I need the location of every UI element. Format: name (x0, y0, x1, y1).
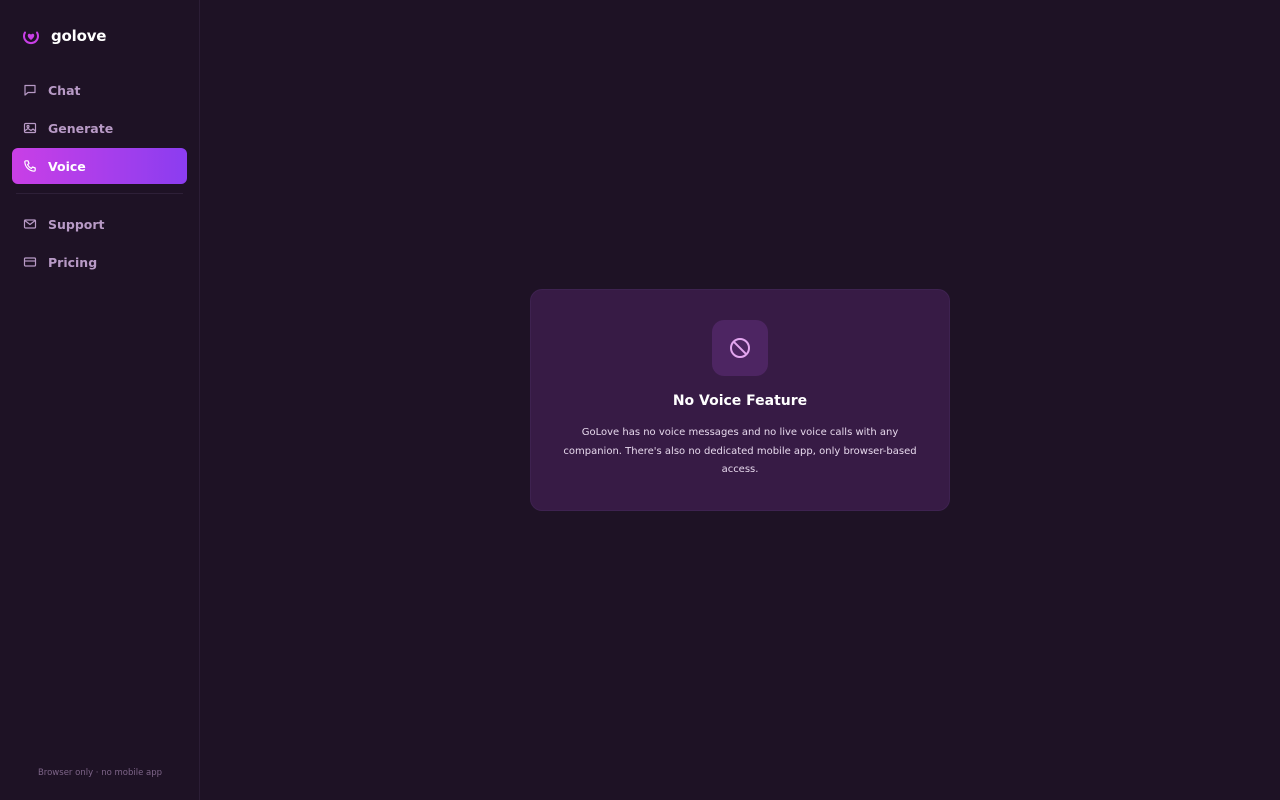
sidebar: golove Chat Generate Voice Support Prici… (0, 0, 200, 800)
mail-icon (23, 217, 37, 231)
credit-card-icon (23, 255, 37, 269)
phone-icon (23, 159, 37, 173)
sidebar-item-label: Generate (48, 120, 114, 136)
nav-divider (16, 193, 183, 194)
app-root: golove Chat Generate Voice Support Prici… (0, 0, 1280, 800)
footer-note: Browser only · no mobile app (37, 768, 163, 778)
no-voice-card: No Voice Feature GoLove has no voice mes… (530, 289, 950, 511)
sidebar-item-support[interactable]: Support (12, 206, 187, 242)
brand-name: golove (51, 27, 107, 45)
sidebar-item-pricing[interactable]: Pricing (12, 244, 187, 280)
sidebar-item-label: Pricing (48, 254, 98, 270)
card-body: GoLove has no voice messages and no live… (563, 427, 917, 475)
sidebar-item-label: Support (48, 216, 105, 232)
sidebar-item-label: Chat (48, 82, 81, 98)
sidebar-item-label: Voice (48, 158, 86, 174)
primary-nav: Chat Generate Voice Support Pricing (12, 72, 187, 282)
message-icon (23, 83, 37, 97)
card-title: No Voice Feature (672, 393, 808, 409)
heart-badge-icon (22, 27, 40, 45)
ban-icon (712, 320, 768, 376)
image-icon (23, 121, 37, 135)
sidebar-item-chat[interactable]: Chat (12, 72, 187, 108)
brand[interactable]: golove (12, 0, 187, 72)
sidebar-item-generate[interactable]: Generate (12, 110, 187, 146)
main-content: No Voice Feature GoLove has no voice mes… (200, 0, 1280, 800)
sidebar-item-voice[interactable]: Voice (12, 148, 187, 184)
